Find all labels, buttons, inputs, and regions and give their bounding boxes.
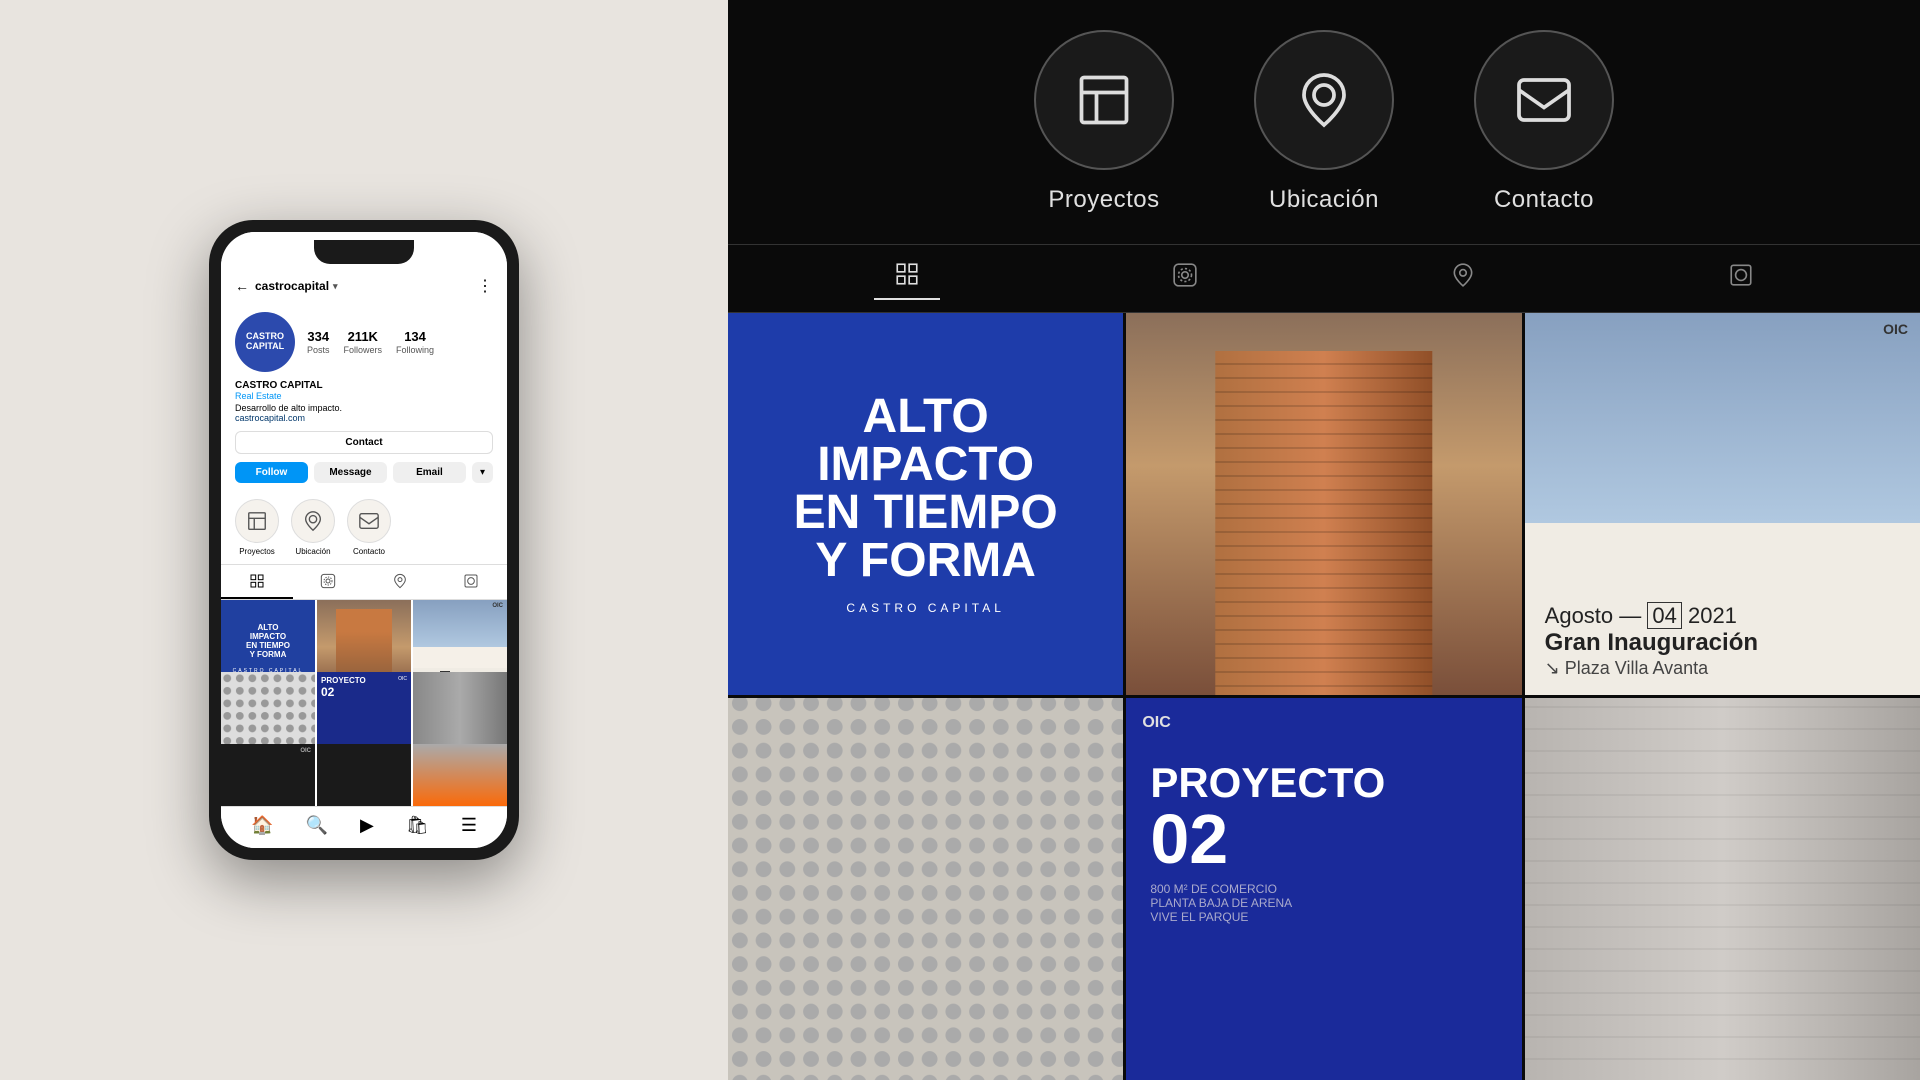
followers-label: Followers [344,345,383,355]
grid-logo-3: OIC [492,603,503,609]
ig-bio-name: CASTRO CAPITAL [235,380,493,391]
back-arrow-icon[interactable]: ← [235,278,249,294]
left-panel: ← castrocapital ▾ ⋮ CASTRO CAPITAL 334 P… [0,0,728,1080]
following-count: 134 [404,329,426,344]
grid-proj-logo: OIC [398,676,407,682]
highlight-large-contacto-label: Contacto [1494,186,1594,214]
cg-ann-title: Gran Inauguración [1545,629,1900,658]
ig-header-left: ← castrocapital ▾ [235,278,338,294]
nav-search-icon[interactable]: 🔍 [306,815,328,836]
cg-ann-date: Agosto — 04 2021 [1545,603,1900,629]
highlight-large-ubicacion[interactable]: Ubicación [1254,30,1394,214]
follow-button[interactable]: Follow [235,462,308,483]
highlight-ubicacion-circle [291,499,335,543]
more-button[interactable]: ▾ [472,462,493,483]
tab-reels[interactable] [293,565,365,599]
cg-building-tower [1215,351,1432,695]
highlight-contacto[interactable]: Contacto [347,499,391,556]
phone-screen: ← castrocapital ▾ ⋮ CASTRO CAPITAL 334 P… [221,232,507,848]
cg-item-announcement[interactable]: OIC Agosto — 04 2021 Gran Inauguración ↘… [1525,313,1920,695]
more-options-icon[interactable]: ⋮ [477,276,493,296]
nav-shop-icon[interactable]: 🛍 [406,815,429,836]
highlight-proyectos[interactable]: Proyectos [235,499,279,556]
tab-large-reels[interactable] [1152,258,1218,299]
contact-button[interactable]: Contact [235,431,493,454]
highlight-ubicacion-label: Ubicación [295,547,330,556]
cg-item-pattern[interactable] [728,698,1123,1080]
ig-action-buttons: Follow Message Email ▾ [221,462,507,491]
tabs-row [728,244,1920,313]
ig-grid: ALTOIMPACTOEN TIEMPOY FORMA CASTRO CAPIT… [221,600,507,806]
followers-count: 211K [348,329,378,344]
nav-reels-icon[interactable]: ▶ [360,815,374,836]
highlight-proyectos-label: Proyectos [239,547,275,556]
right-panel: Proyectos Ubicación Contacto [728,0,1920,1080]
posts-count: 334 [307,329,329,344]
grid-item-7[interactable]: OIC [221,744,315,806]
highlight-ubicacion[interactable]: Ubicación [291,499,335,556]
cg-ann-subtitle: ↘ Plaza Villa Avanta [1545,658,1900,679]
highlight-large-contacto[interactable]: Contacto [1474,30,1614,214]
content-grid: ALTOIMPACTOEN TIEMPOY FORMA CASTRO CAPIT… [728,313,1920,1080]
grid-logo-7: OIC [300,748,311,754]
ig-bio-category: Real Estate [235,391,493,401]
ig-highlights: Proyectos Ubicación [221,491,507,564]
tab-grid[interactable] [221,565,293,599]
cg-item-building[interactable] [1126,313,1521,695]
highlights-row: Proyectos Ubicación Contacto [728,0,1920,244]
cg-proj-title: PROYECTO [1150,762,1497,804]
following-label: Following [396,345,434,355]
highlight-contacto-circle [347,499,391,543]
highlight-large-ubicacion-label: Ubicación [1269,186,1379,214]
grid-item-8[interactable] [317,744,411,806]
cg-brand-text: CASTRO CAPITAL [846,601,1004,615]
ig-stat-followers: 211K Followers [344,329,383,355]
ig-bio-link[interactable]: castrocapital.com [235,413,493,423]
highlight-large-contacto-circle [1474,30,1614,170]
ig-stat-posts: 334 Posts [307,329,330,355]
ig-bio-text: Desarrollo de alto impacto. [235,403,493,413]
ig-stats: 334 Posts 211K Followers 134 Following [307,329,493,355]
cg-main-text: ALTOIMPACTOEN TIEMPOY FORMA [794,393,1058,585]
ig-stat-following: 134 Following [396,329,434,355]
ig-profile-section: CASTRO CAPITAL 334 Posts 211K Followers … [221,304,507,423]
cg-proj-logo: OIC [1142,714,1170,732]
tab-large-tag[interactable] [1708,258,1774,299]
highlight-large-proyectos-circle [1034,30,1174,170]
grid-text-1: ALTOIMPACTOEN TIEMPOY FORMA [242,620,294,663]
highlight-contacto-label: Contacto [353,547,385,556]
cg-item-proyecto[interactable]: OIC PROYECTO 02 800 M² DE COMERCIOPLANTA… [1126,698,1521,1080]
nav-menu-icon[interactable]: ☰ [461,815,477,836]
highlight-large-proyectos[interactable]: Proyectos [1034,30,1174,214]
ig-tabs [221,564,507,600]
nav-home-icon[interactable]: 🏠 [251,815,273,836]
cg-ann-content: Agosto — 04 2021 Gran Inauguración ↘ Pla… [1525,587,1920,695]
phone-notch [314,240,414,264]
ig-bottom-nav: 🏠 🔍 ▶ 🛍 ☰ [221,806,507,848]
profile-username: castrocapital [255,279,329,293]
highlight-large-ubicacion-circle [1254,30,1394,170]
grid-proj-num: 02 [321,685,407,699]
highlight-proyectos-circle [235,499,279,543]
cg-ann-image [1525,313,1920,523]
ig-profile-top: CASTRO CAPITAL 334 Posts 211K Followers … [235,312,493,372]
grid-proj-title: PROYECTO [321,676,407,685]
grid-item-9[interactable] [413,744,507,806]
tab-large-location[interactable] [1430,258,1496,299]
posts-label: Posts [307,345,330,355]
cg-item-arch[interactable] [1525,698,1920,1080]
cg-item-blue-text[interactable]: ALTOIMPACTOEN TIEMPOY FORMA CASTRO CAPIT… [728,313,1123,695]
message-button[interactable]: Message [314,462,387,483]
highlight-large-proyectos-label: Proyectos [1048,186,1159,214]
tab-location[interactable] [364,565,436,599]
cg-proj-num: 02 [1150,804,1497,874]
avatar: CASTRO CAPITAL [235,312,295,372]
tab-large-grid[interactable] [874,257,940,300]
cg-ann-logo: OIC [1883,321,1908,337]
dropdown-arrow-icon[interactable]: ▾ [333,281,338,292]
tab-tag[interactable] [436,565,508,599]
cg-proj-details: 800 M² DE COMERCIOPLANTA BAJA DE ARENAVI… [1150,882,1497,924]
phone-mockup: ← castrocapital ▾ ⋮ CASTRO CAPITAL 334 P… [209,220,519,860]
email-button[interactable]: Email [393,462,466,483]
